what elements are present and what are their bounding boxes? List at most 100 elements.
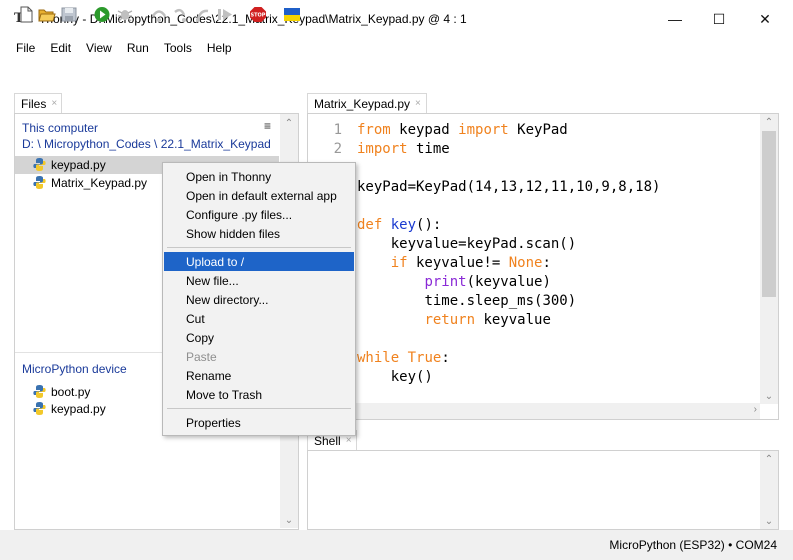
code-token: key()	[390, 369, 433, 385]
micropython-device-label: MicroPython device	[22, 362, 127, 376]
menu-view[interactable]: View	[78, 41, 119, 55]
close-icon[interactable]: ×	[415, 98, 421, 109]
menu-item-new-directory[interactable]: New directory...	[164, 290, 354, 309]
step-into-icon[interactable]	[172, 6, 190, 23]
maximize-button[interactable]: ☐	[696, 0, 742, 38]
code-line: import time	[357, 141, 450, 157]
close-button[interactable]: ✕	[742, 0, 788, 38]
code-token: def	[357, 217, 383, 233]
editor-scroll-thumb[interactable]	[762, 131, 776, 297]
code-token: None	[508, 255, 543, 271]
python-file-icon	[33, 176, 46, 189]
resume-icon[interactable]	[216, 6, 234, 23]
open-file-icon[interactable]	[38, 6, 56, 23]
menu-item-rename[interactable]: Rename	[164, 366, 354, 385]
device-file-boot[interactable]: boot.py	[32, 384, 90, 399]
ukraine-flag-icon[interactable]	[283, 6, 301, 23]
code-line: key()	[357, 369, 433, 385]
line-number: 1	[333, 122, 342, 138]
menu-item-configure-py-files[interactable]: Configure .py files...	[164, 205, 354, 224]
file-name: boot.py	[51, 384, 91, 399]
step-out-icon[interactable]	[194, 6, 212, 23]
scroll-right-icon[interactable]: ›	[754, 404, 757, 415]
menu-item-paste: Paste	[186, 349, 217, 364]
code-line: time.sleep_ms(300)	[357, 293, 576, 309]
scroll-down-icon[interactable]: ⌄	[760, 391, 778, 402]
code-token: time.sleep_ms(300)	[424, 293, 577, 309]
tab-matrix-keypad[interactable]: Matrix_Keypad.py ×	[307, 93, 427, 113]
new-file-icon[interactable]	[17, 6, 35, 23]
code-line: from keypad import KeyPad	[357, 122, 568, 138]
scroll-up-icon[interactable]: ⌃	[760, 454, 778, 465]
code-token: KeyPad	[508, 122, 568, 138]
editor-horizontal-scrollbar[interactable]: ›	[308, 403, 760, 419]
context-menu: Open in Thonny Open in default external a…	[162, 162, 356, 436]
code-token: print	[424, 274, 467, 290]
scroll-down-icon[interactable]: ⌄	[760, 516, 778, 527]
file-name: keypad.py	[51, 157, 106, 172]
code-line: return keyvalue	[357, 312, 551, 328]
code-token: while	[357, 350, 400, 366]
scroll-down-icon[interactable]: ⌄	[280, 515, 298, 526]
status-bar: MicroPython (ESP32) • COM24	[0, 530, 793, 560]
stop-icon[interactable]: STOP	[249, 6, 267, 23]
code-token: keypad	[390, 122, 459, 138]
code-token: time	[407, 141, 450, 157]
hamburger-menu-icon[interactable]: ≡	[264, 119, 271, 133]
this-computer-label: This computer	[22, 121, 99, 135]
debug-icon[interactable]	[116, 6, 134, 23]
files-tab-label: Files	[21, 96, 47, 111]
menu-item-move-to-trash[interactable]: Move to Trash	[164, 385, 354, 404]
tab-files[interactable]: Files ×	[14, 93, 62, 113]
python-file-icon	[33, 402, 46, 415]
menu-run[interactable]: Run	[119, 41, 156, 55]
step-over-icon[interactable]	[150, 6, 168, 23]
line-number: 2	[333, 141, 342, 157]
stop-icon-label: STOP	[251, 13, 266, 19]
code-token: import	[357, 141, 408, 157]
menu-item-open-in-default-external-app[interactable]: Open in default external app	[164, 186, 354, 205]
save-file-icon[interactable]	[60, 6, 78, 23]
file-name: Matrix_Keypad.py	[51, 175, 148, 190]
file-item-matrix-keypad[interactable]: Matrix_Keypad.py	[32, 175, 147, 190]
menu-file[interactable]: File	[8, 41, 42, 55]
computer-path-breadcrumb[interactable]: D: \ Micropython_Codes \ 22.1_Matrix_Key…	[22, 137, 271, 151]
shell-pane[interactable]	[307, 450, 779, 530]
toolbar	[0, 59, 793, 87]
close-icon[interactable]: ×	[346, 435, 352, 446]
menu-item-upload-to[interactable]: Upload to /	[164, 252, 354, 271]
code-token: return	[424, 312, 476, 328]
menu-item-cut[interactable]: Cut	[164, 309, 354, 328]
scroll-up-icon[interactable]: ⌃	[760, 117, 778, 128]
menu-item-copy[interactable]: Copy	[164, 328, 354, 347]
code-token: :	[441, 350, 450, 366]
menu-item-show-hidden-files[interactable]: Show hidden files	[164, 224, 354, 243]
code-token: if	[390, 255, 408, 271]
interpreter-status[interactable]: MicroPython (ESP32) • COM24	[609, 538, 777, 552]
code-line: keyvalue=keyPad.scan()	[357, 236, 576, 252]
minimize-button[interactable]: —	[652, 0, 698, 38]
menu-item-open-in-thonny[interactable]: Open in Thonny	[164, 167, 354, 186]
code-line: def key():	[357, 217, 441, 233]
code-line: keyPad=KeyPad(14,13,12,11,10,9,8,18)	[357, 179, 660, 195]
code-line: if keyvalue!= None:	[357, 255, 551, 271]
menu-item-properties[interactable]: Properties	[164, 413, 354, 432]
menu-separator	[167, 247, 351, 248]
scroll-up-icon[interactable]: ⌃	[280, 118, 298, 129]
menu-tools[interactable]: Tools	[156, 41, 199, 55]
run-icon[interactable]	[93, 6, 111, 23]
code-token: from	[357, 122, 391, 138]
code-token: keyvalue	[475, 312, 551, 328]
code-token: import	[458, 122, 509, 138]
menu-item-new-file[interactable]: New file...	[164, 271, 354, 290]
file-item-keypad[interactable]: keypad.py	[32, 157, 106, 172]
close-icon[interactable]: ×	[51, 98, 57, 109]
code-token: (keyvalue)	[466, 274, 551, 290]
menu-help[interactable]: Help	[199, 41, 239, 55]
menu-edit[interactable]: Edit	[42, 41, 78, 55]
device-file-keypad[interactable]: keypad.py	[32, 401, 106, 416]
menu-bar: File Edit View Run Tools Help	[0, 38, 793, 58]
code-token: key	[390, 217, 417, 233]
shell-scrollbar[interactable]: ⌃ ⌄	[760, 451, 778, 529]
